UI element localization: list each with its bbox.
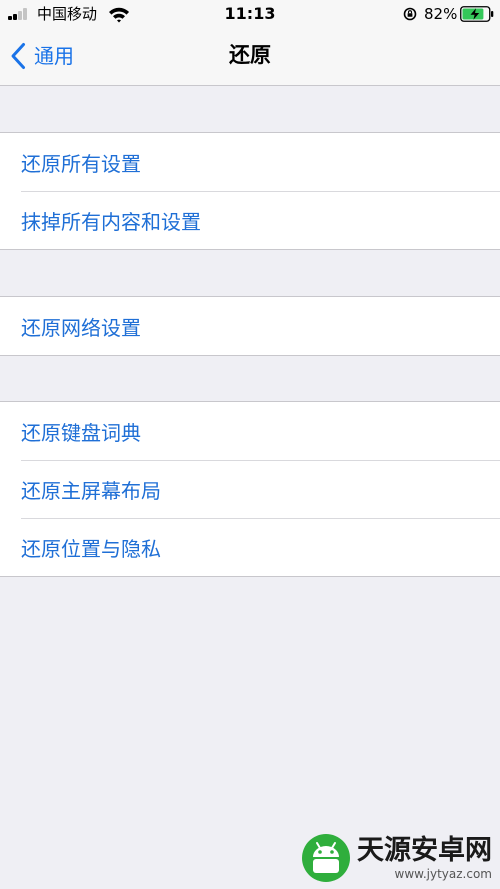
- watermark-title: 天源安卓网: [357, 835, 492, 866]
- settings-group-other-resets: 还原键盘词典 还原主屏幕布局 还原位置与隐私: [0, 401, 500, 577]
- battery-charging-icon: [460, 6, 494, 22]
- settings-group-network: 还原网络设置: [0, 296, 500, 356]
- nav-bar: 通用 还原: [0, 30, 500, 86]
- reset-all-settings-item[interactable]: 还原所有设置: [0, 133, 500, 191]
- watermark-url: www.jytyaz.com: [394, 867, 493, 881]
- settings-group-reset-all: 还原所有设置 抹掉所有内容和设置: [0, 132, 500, 250]
- page-title: 还原: [229, 43, 271, 67]
- battery-percent: 82%: [424, 5, 458, 23]
- status-bar: 中国移动 11:13 82%: [0, 0, 500, 30]
- reset-home-screen-layout-item[interactable]: 还原主屏幕布局: [0, 460, 500, 518]
- reset-keyboard-dictionary-item[interactable]: 还原键盘词典: [0, 402, 500, 460]
- watermark-text: 天源安卓网 www.jytyaz.com: [357, 835, 492, 881]
- reset-network-settings-item[interactable]: 还原网络设置: [0, 297, 500, 355]
- android-logo-icon: [302, 834, 350, 882]
- watermark: 天源安卓网 www.jytyaz.com: [301, 833, 492, 883]
- erase-all-content-item[interactable]: 抹掉所有内容和设置: [0, 191, 500, 249]
- orientation-lock-icon: [403, 7, 417, 21]
- reset-location-privacy-item[interactable]: 还原位置与隐私: [0, 518, 500, 576]
